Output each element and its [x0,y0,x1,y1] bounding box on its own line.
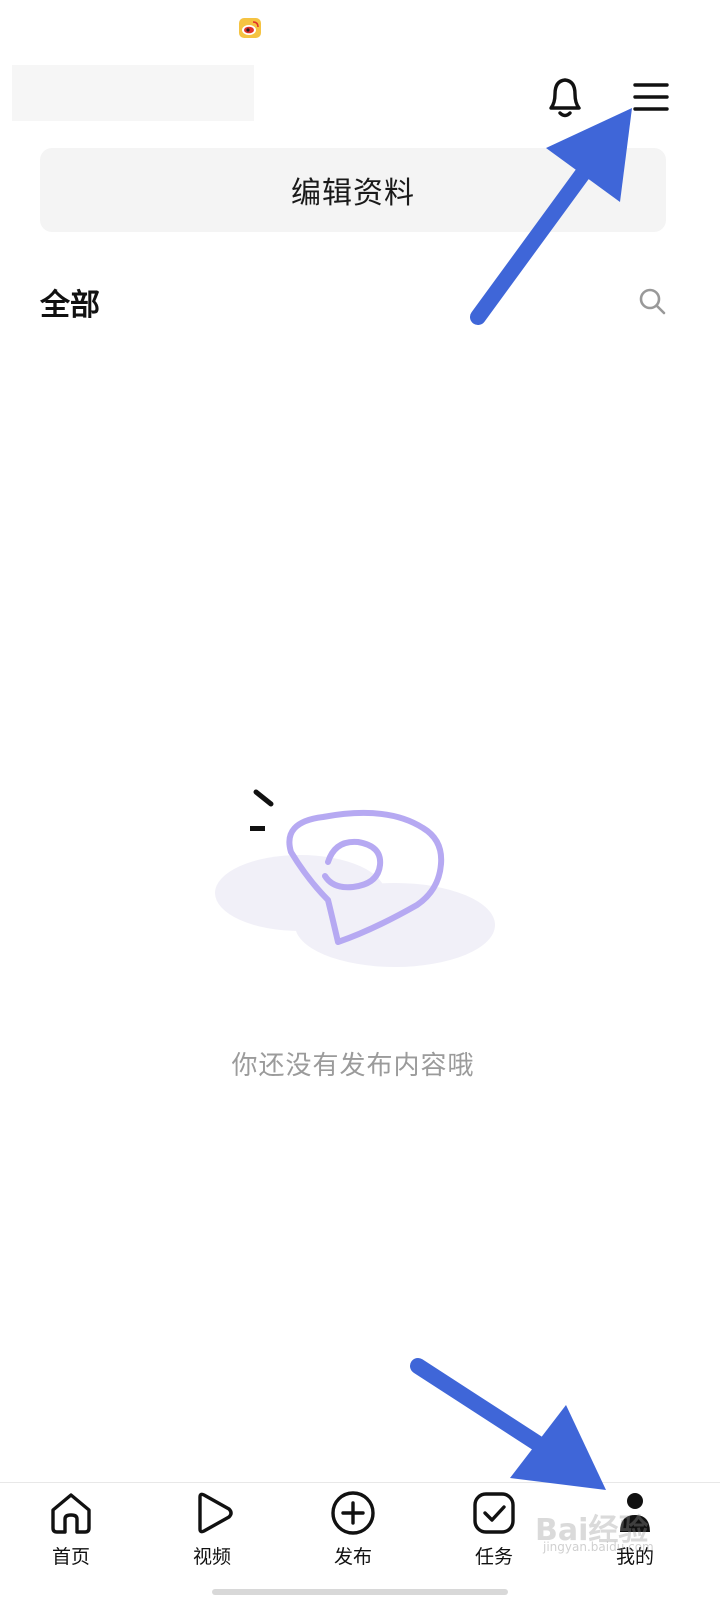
edit-profile-button[interactable]: 编辑资料 [40,148,666,232]
plus-circle-icon [331,1491,375,1535]
nav-label: 视频 [192,1546,231,1568]
nav-label: 任务 [474,1546,513,1568]
bell-icon [549,78,581,118]
notification-bell-button[interactable] [543,72,587,122]
menu-button[interactable] [628,76,674,120]
bottom-nav-divider [0,1482,720,1483]
watermark-url: jingyan.baidu.com [543,1540,654,1554]
edit-profile-label: 编辑资料 [291,176,415,211]
nav-label: 首页 [51,1546,90,1568]
check-box-icon [473,1492,515,1534]
nav-video[interactable]: 视频 [162,1486,262,1600]
search-button[interactable] [636,285,668,317]
hamburger-menu-icon [633,83,669,111]
nav-label: 发布 [333,1546,372,1568]
nav-home[interactable]: 首页 [21,1486,121,1600]
nav-tasks[interactable]: 任务 [444,1486,544,1600]
home-indicator [212,1589,508,1595]
empty-content-illustration [205,780,505,980]
profile-name-placeholder [12,65,254,121]
content-filter-title[interactable]: 全部 [40,280,100,324]
search-icon [639,288,666,315]
nav-publish[interactable]: 发布 [303,1486,403,1600]
play-icon [198,1492,233,1534]
weibo-icon [239,18,261,38]
home-icon [51,1493,91,1534]
arrow-to-me-tab [410,1358,606,1490]
empty-state-message: 你还没有发布内容哦 [231,1051,475,1081]
